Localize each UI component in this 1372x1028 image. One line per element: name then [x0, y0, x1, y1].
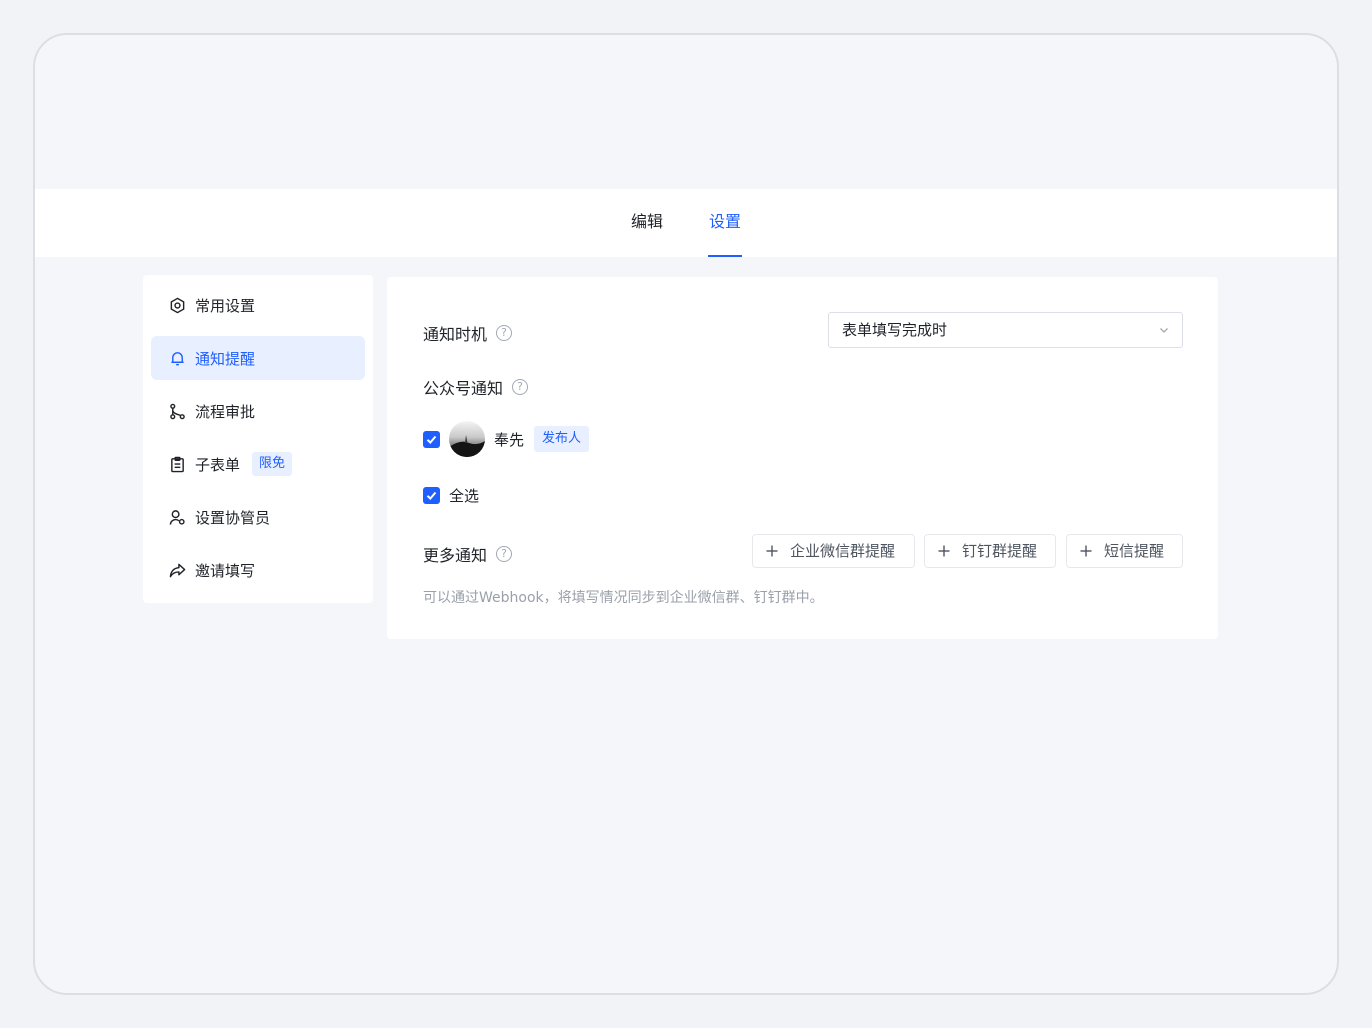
official-account-row: 公众号通知 ? — [423, 375, 529, 399]
button-label: 钉钉群提醒 — [962, 542, 1038, 560]
settings-sidebar: 常用设置 通知提醒 流程审批 子表单 限免 设置协管员 邀请填写 — [143, 275, 373, 603]
sidebar-item-label: 设置协管员 — [195, 508, 271, 527]
sidebar-item-subform[interactable]: 子表单 限免 — [151, 442, 365, 486]
notify-timing-label: 通知时机 — [423, 325, 488, 344]
chevron-down-icon — [1160, 328, 1168, 333]
notify-timing-row: 通知时机 ? — [423, 321, 513, 345]
webhook-hint: 可以通过Webhook，将填写情况同步到企业微信群、钉钉群中。 — [423, 590, 824, 606]
sidebar-item-label: 流程审批 — [195, 402, 256, 421]
select-all-checkbox[interactable] — [423, 487, 440, 504]
tab-edit[interactable]: 编辑 — [630, 189, 664, 257]
sidebar-item-label: 邀请填写 — [195, 561, 256, 580]
tab-settings[interactable]: 设置 — [708, 189, 743, 257]
plus-icon — [938, 545, 950, 557]
button-label: 短信提醒 — [1104, 542, 1165, 560]
sidebar-item-invite-fill[interactable]: 邀请填写 — [151, 548, 365, 592]
select-all-label: 全选 — [449, 487, 480, 505]
bell-icon — [168, 349, 186, 367]
sidebar-item-common-settings[interactable]: 常用设置 — [151, 283, 365, 327]
sidebar-item-label: 常用设置 — [195, 296, 256, 315]
recipient-row: 奉先 发布人 — [423, 421, 590, 457]
plus-icon — [766, 545, 778, 557]
plus-icon — [1080, 545, 1092, 557]
sidebar-item-co-admins[interactable]: 设置协管员 — [151, 495, 365, 539]
sidebar-item-label: 通知提醒 — [195, 349, 256, 368]
publisher-tag: 发布人 — [534, 426, 590, 452]
sms-reminder-button[interactable]: 短信提醒 — [1066, 534, 1183, 568]
share-icon — [168, 561, 186, 579]
clipboard-icon — [168, 455, 186, 473]
notification-settings-panel: 通知时机 ? 表单填写完成时 公众号通知 ? 奉先 发布人 全选 更多通知 ? … — [387, 277, 1218, 639]
more-notify-label: 更多通知 — [423, 546, 488, 565]
dingtalk-group-reminder-button[interactable]: 钉钉群提醒 — [924, 534, 1056, 568]
user-gear-icon — [168, 508, 186, 526]
app-window: 编辑 设置 常用设置 通知提醒 流程审批 子表单 限免 设置协管员 邀请填写 通… — [33, 33, 1339, 995]
check-icon — [426, 491, 437, 500]
sidebar-item-label: 子表单 — [195, 455, 241, 474]
settings-hex-icon — [168, 296, 186, 314]
notify-timing-select[interactable]: 表单填写完成时 — [828, 312, 1183, 348]
recipient-checkbox[interactable] — [423, 430, 440, 448]
free-badge: 限免 — [252, 452, 293, 476]
wecom-group-reminder-button[interactable]: 企业微信群提醒 — [752, 534, 915, 568]
button-label: 企业微信群提醒 — [790, 542, 896, 560]
tab-bar: 编辑 设置 — [35, 189, 1337, 257]
official-account-label: 公众号通知 — [423, 379, 504, 398]
avatar — [449, 421, 485, 457]
sidebar-item-approval-flow[interactable]: 流程审批 — [151, 389, 365, 433]
sidebar-item-notifications[interactable]: 通知提醒 — [151, 336, 365, 380]
notify-timing-value: 表单填写完成时 — [842, 321, 948, 339]
flow-icon — [168, 402, 186, 420]
select-all-row: 全选 — [423, 485, 479, 506]
help-icon[interactable]: ? — [512, 379, 529, 395]
more-notify-row: 更多通知 ? — [423, 542, 513, 566]
recipient-name: 奉先 — [494, 430, 525, 449]
help-icon[interactable]: ? — [496, 325, 513, 341]
help-icon[interactable]: ? — [496, 546, 513, 562]
top-bar: 编辑 设置 — [35, 189, 1337, 257]
check-icon — [426, 435, 437, 444]
